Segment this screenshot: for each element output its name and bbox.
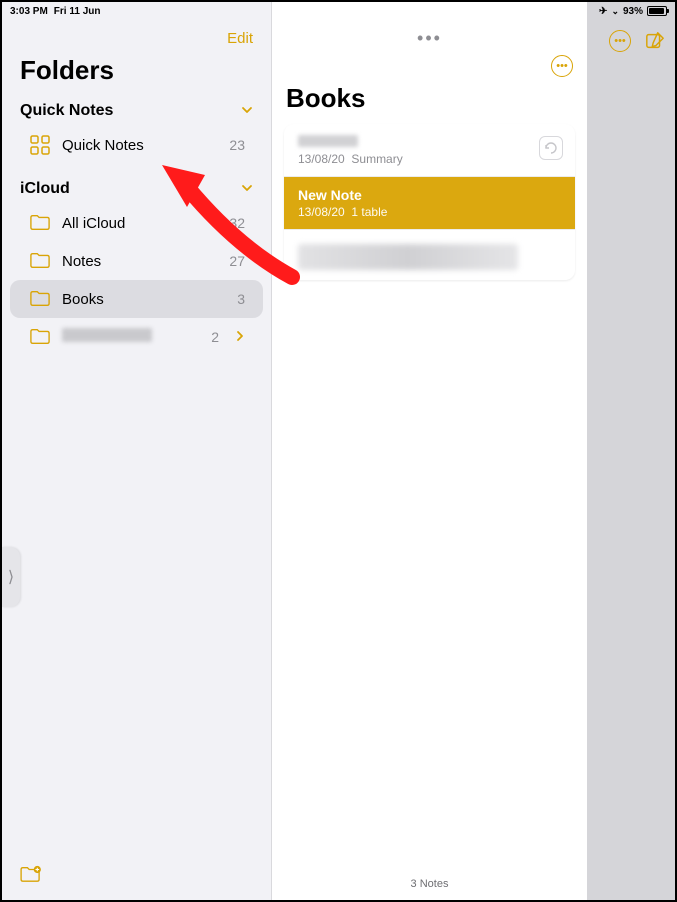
grid-icon — [30, 135, 50, 155]
folder-label: Notes — [62, 253, 217, 270]
note-title: New Note — [298, 187, 561, 203]
folder-books[interactable]: Books 3 — [10, 280, 263, 318]
folder-icon — [30, 289, 50, 309]
section-label: Quick Notes — [20, 102, 113, 120]
status-date: Fri 11 Jun — [54, 6, 101, 17]
folder-count: 3 — [237, 291, 245, 307]
sync-icon — [539, 136, 563, 160]
edit-button[interactable]: Edit — [227, 30, 253, 47]
folder-count: 2 — [211, 329, 219, 345]
chevron-down-icon — [241, 182, 253, 197]
note-meta: 13/08/20 1 table — [298, 205, 561, 219]
section-label: iCloud — [20, 180, 70, 198]
folder-notes[interactable]: Notes 27 — [10, 242, 263, 280]
note-meta: 13/08/20 Summary — [298, 152, 561, 166]
more-options-button[interactable]: ••• — [551, 55, 573, 77]
notes-count-footer: 3 Notes — [272, 868, 587, 900]
drag-handle-icon[interactable]: ••• — [272, 24, 587, 55]
note-more-button[interactable]: ••• — [609, 30, 631, 52]
folder-label: Quick Notes — [62, 137, 217, 154]
section-header-quick-notes[interactable]: Quick Notes — [2, 96, 271, 126]
notes-list-panel: ••• ••• Books 13/08/20 Summary New Note — [272, 2, 587, 900]
compose-button[interactable] — [645, 31, 665, 51]
folder-label: Books — [62, 291, 225, 308]
status-time: 3:03 PM — [10, 6, 48, 17]
section-header-icloud[interactable]: iCloud — [2, 174, 271, 204]
airplane-mode-icon: ✈ — [599, 6, 607, 17]
sidebar-title: Folders — [2, 55, 271, 96]
chevron-right-icon — [235, 329, 245, 345]
status-bar: 3:03 PM Fri 11 Jun ✈ ⌄ 93% — [2, 2, 675, 20]
new-folder-button[interactable] — [20, 870, 42, 887]
folder-icon — [30, 251, 50, 271]
folder-icon — [30, 213, 50, 233]
folder-count: 23 — [229, 137, 245, 153]
note-content-redacted — [298, 244, 518, 270]
notes-list-title: Books — [272, 83, 587, 124]
note-item[interactable]: 13/08/20 Summary — [284, 124, 575, 177]
folder-count: 32 — [229, 215, 245, 231]
note-detail-panel: ••• — [587, 2, 675, 900]
folders-sidebar: Edit Folders Quick Notes Quick Notes 23 … — [2, 2, 272, 900]
note-item[interactable] — [284, 230, 575, 280]
folder-label: All iCloud — [62, 215, 217, 232]
folder-all-icloud[interactable]: All iCloud 32 — [10, 204, 263, 242]
battery-icon — [647, 6, 667, 16]
notes-card: 13/08/20 Summary New Note 13/08/20 1 tab… — [284, 124, 575, 280]
wifi-icon: ⌄ — [611, 6, 619, 17]
sidebar-expand-handle[interactable]: ⟩ — [2, 547, 20, 607]
note-title-redacted — [298, 134, 561, 150]
folder-quick-notes[interactable]: Quick Notes 23 — [10, 126, 263, 164]
battery-pct: 93% — [623, 6, 643, 17]
folder-label-redacted — [62, 328, 199, 346]
sidebar-footer — [2, 853, 271, 900]
folder-count: 27 — [229, 253, 245, 269]
note-item-selected[interactable]: New Note 13/08/20 1 table — [284, 177, 575, 230]
folder-redacted[interactable]: 2 — [10, 318, 263, 356]
chevron-down-icon — [241, 104, 253, 119]
folder-icon — [30, 327, 50, 347]
